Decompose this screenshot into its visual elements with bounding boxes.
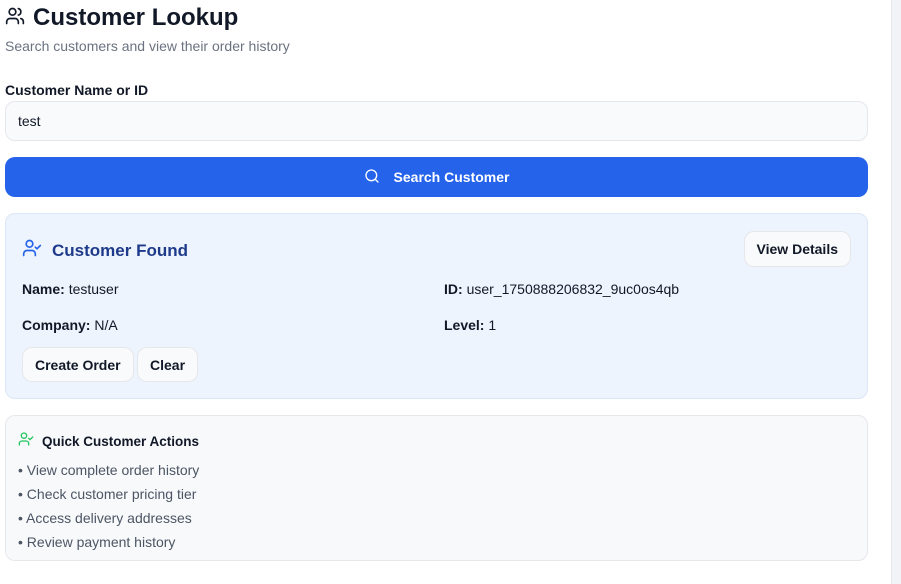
create-order-button[interactable]: Create Order <box>22 347 134 382</box>
customer-level-value: 1 <box>488 317 497 333</box>
quick-action-item: • View complete order history <box>18 462 200 478</box>
quick-action-item: • Review payment history <box>18 534 176 550</box>
customer-found-header: Customer Found <box>22 238 188 263</box>
customer-company: Company: N/A <box>22 317 118 333</box>
customer-company-label: Company: <box>22 317 91 333</box>
page-header: Customer Lookup Search customers and vie… <box>5 4 290 54</box>
page-title: Customer Lookup <box>33 4 239 31</box>
quick-actions-list: • View complete order history • Check cu… <box>18 458 199 554</box>
customer-level: Level: 1 <box>444 317 496 333</box>
clear-button[interactable]: Clear <box>137 347 199 382</box>
customer-company-value: N/A <box>94 317 118 333</box>
search-icon <box>364 168 380 187</box>
user-check-icon <box>18 431 34 452</box>
page-subtitle: Search customers and view their order hi… <box>5 38 290 54</box>
customer-lookup-panel: Customer Lookup Search customers and vie… <box>0 0 892 584</box>
customer-level-label: Level: <box>444 317 485 333</box>
quick-action-item: • Check customer pricing tier <box>18 486 197 502</box>
quick-actions-card: Quick Customer Actions • View complete o… <box>5 415 868 561</box>
quick-action-item: • Access delivery addresses <box>18 510 192 526</box>
quick-actions-header: Quick Customer Actions <box>18 431 199 452</box>
quick-actions-title: Quick Customer Actions <box>42 434 200 449</box>
customer-found-card: Customer Found View Details Name: testus… <box>5 213 868 399</box>
customer-id-label: ID: <box>444 281 463 297</box>
customer-id: ID: user_1750888206832_9uc0os4qb <box>444 281 679 297</box>
customer-search-label: Customer Name or ID <box>5 82 149 98</box>
customer-id-value: user_1750888206832_9uc0os4qb <box>466 281 680 297</box>
view-details-button[interactable]: View Details <box>743 231 851 267</box>
users-icon <box>5 6 25 31</box>
search-customer-button[interactable]: Search Customer <box>5 157 868 197</box>
customer-name-value: testuser <box>68 281 119 297</box>
user-check-icon <box>22 238 42 263</box>
customer-found-title: Customer Found <box>52 240 188 260</box>
customer-name: Name: testuser <box>22 281 119 297</box>
customer-name-label: Name: <box>22 281 65 297</box>
title-row: Customer Lookup <box>5 4 290 32</box>
search-customer-label: Search Customer <box>393 169 510 185</box>
customer-search-input[interactable] <box>5 101 868 141</box>
